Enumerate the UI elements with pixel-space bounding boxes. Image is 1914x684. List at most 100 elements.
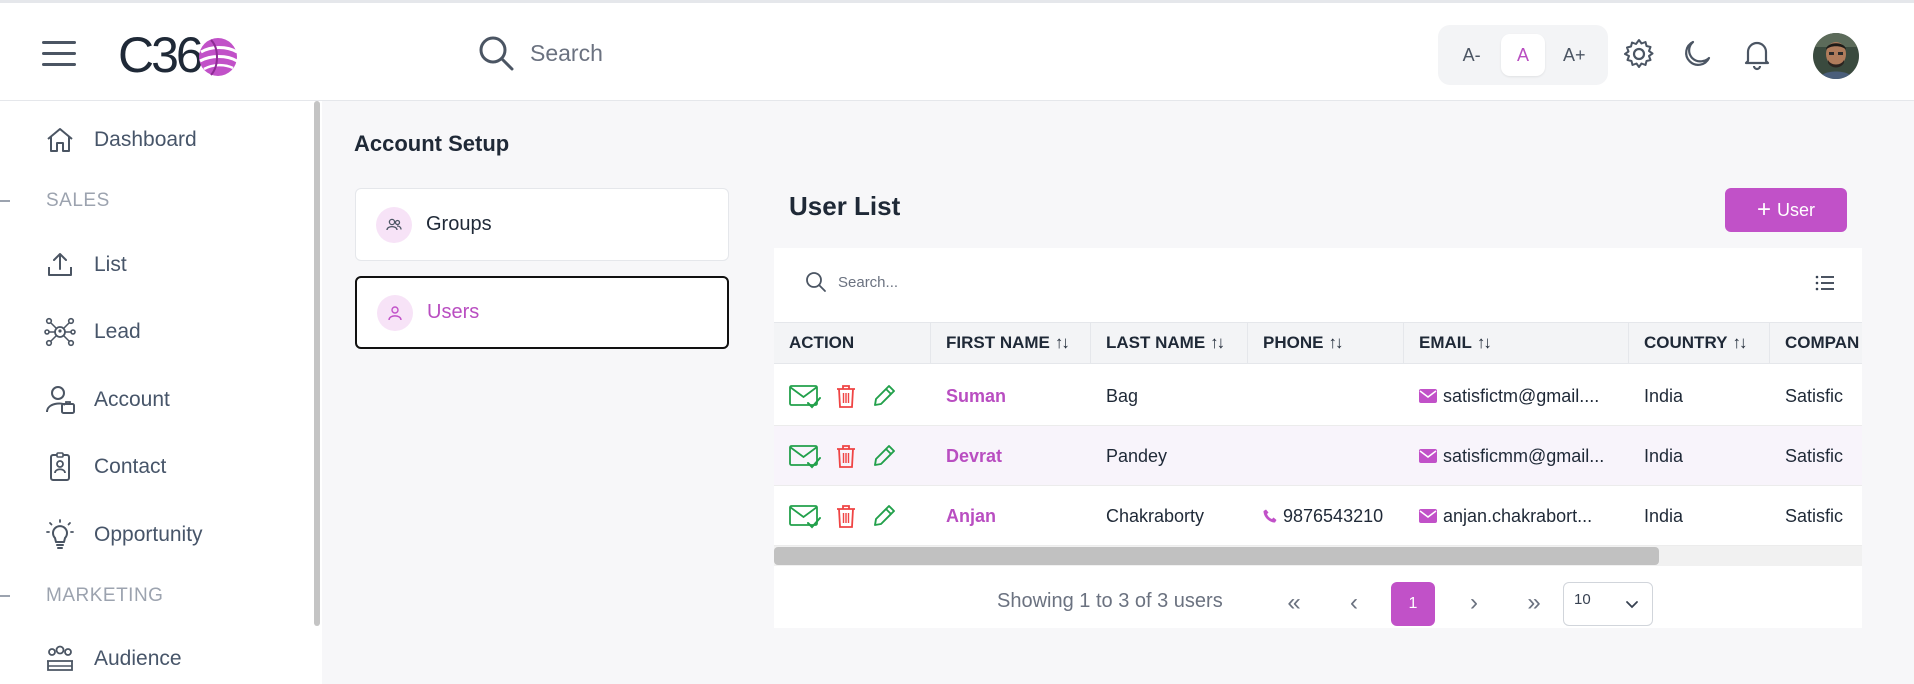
sidebar-item-list[interactable]: List (44, 245, 127, 285)
sidebar-item-audience[interactable]: Audience (44, 639, 182, 679)
table-row: Devrat Pandey satisficmm@gmail... India … (774, 426, 1862, 486)
sidebar-item-dashboard[interactable]: Dashboard (44, 120, 197, 160)
search-placeholder: Search (530, 39, 603, 66)
sidebar-item-label: Dashboard (94, 128, 197, 151)
phone-cell (1248, 366, 1404, 426)
column-header-company[interactable]: COMPAN (1770, 323, 1862, 363)
bell-icon[interactable] (1740, 37, 1774, 71)
sidebar-item-label: Opportunity (94, 523, 203, 546)
pencil-edit-icon[interactable] (871, 443, 897, 469)
font-size-normal-button[interactable]: A (1500, 34, 1545, 76)
envelope-icon (1419, 509, 1437, 523)
user-list-title: User List (789, 191, 901, 221)
sort-icon: ↑↓ (1328, 333, 1343, 352)
global-search[interactable]: Search (476, 33, 603, 73)
setup-item-label: Groups (426, 213, 492, 235)
country-cell: India (1644, 445, 1684, 466)
sidebar-item-label: Audience (94, 647, 182, 670)
sidebar-item-label: Lead (94, 320, 141, 343)
envelope-icon (1419, 449, 1437, 463)
last-name-cell: Chakraborty (1106, 505, 1205, 526)
sort-icon: ↑↓ (1476, 333, 1492, 352)
envelope-icon (1419, 389, 1437, 403)
pencil-edit-icon[interactable] (871, 383, 897, 409)
sidebar-item-opportunity[interactable]: Opportunity (44, 515, 203, 555)
last-name-cell: Bag (1106, 385, 1139, 406)
table-search-placeholder: Search... (838, 273, 899, 291)
first-name-link[interactable]: Anjan (931, 486, 1091, 546)
sidebar-item-label: Account (94, 388, 170, 411)
moon-icon[interactable] (1680, 37, 1714, 71)
user-icon (377, 294, 413, 331)
email-verify-icon[interactable] (789, 443, 821, 469)
table-horizontal-scrollbar[interactable] (774, 546, 1862, 566)
app-logo[interactable]: C36 (118, 27, 239, 83)
sidebar-item-account[interactable]: Account (44, 380, 170, 420)
setup-item-label: Users (427, 301, 480, 323)
hamburger-menu-icon[interactable] (42, 41, 76, 69)
column-header-email[interactable]: EMAIL ↑↓ (1404, 323, 1629, 363)
email-cell[interactable]: satisficmm@gmail... (1404, 426, 1629, 486)
sidebar-item-contact[interactable]: Contact (44, 447, 166, 487)
column-list-icon[interactable] (1814, 272, 1836, 294)
pencil-edit-icon[interactable] (871, 503, 897, 529)
phone-cell (1248, 426, 1404, 486)
column-header-last-name[interactable]: LAST NAME ↑↓ (1091, 323, 1248, 363)
column-header-phone[interactable]: PHONE ↑↓ (1248, 323, 1404, 363)
page-title: Account Setup (354, 131, 510, 156)
phone-cell[interactable]: 9876543210 (1248, 486, 1404, 546)
trash-icon[interactable] (835, 443, 857, 469)
add-user-button[interactable]: + User (1725, 188, 1847, 232)
plus-icon: + (1756, 196, 1771, 223)
company-cell: Satisfic (1785, 445, 1844, 466)
page-size-select[interactable]: 10 (1563, 582, 1653, 626)
trash-icon[interactable] (835, 383, 857, 409)
home-icon (47, 128, 73, 152)
scrollbar-thumb[interactable] (774, 547, 1659, 565)
font-size-switcher: A- A A+ (1438, 25, 1608, 85)
gear-icon[interactable] (1622, 37, 1656, 71)
pagination-summary: Showing 1 to 3 of 3 users (997, 590, 1223, 612)
last-page-icon[interactable]: » (1514, 583, 1554, 623)
country-cell: India (1644, 505, 1684, 526)
setup-item-users[interactable]: Users (355, 276, 729, 349)
audience-group-icon (47, 645, 73, 671)
sort-icon: ↑↓ (1210, 333, 1225, 352)
lead-network-icon (44, 317, 76, 347)
sidebar-scrollbar[interactable] (314, 101, 320, 626)
contact-badge-icon (50, 452, 70, 481)
setup-item-groups[interactable]: Groups (355, 188, 729, 261)
sort-icon: ↑↓ (1054, 333, 1070, 352)
next-page-icon[interactable]: › (1454, 583, 1494, 623)
email-cell[interactable]: satisfictm@gmail.... (1404, 366, 1629, 426)
sidebar-section-sales: SALES (46, 190, 110, 211)
table-search-input[interactable]: Search... (804, 270, 898, 294)
first-name-link[interactable]: Suman (931, 366, 1091, 426)
column-header-action: ACTION (774, 323, 931, 363)
prev-page-icon[interactable]: ‹ (1334, 583, 1374, 623)
avatar-photo-icon (1813, 33, 1859, 79)
sidebar-item-label: List (94, 253, 127, 276)
trash-icon[interactable] (835, 503, 857, 529)
company-cell: Satisfic (1785, 385, 1844, 406)
user-avatar[interactable] (1813, 33, 1859, 79)
email-cell[interactable]: anjan.chakrabort... (1404, 486, 1629, 546)
sidebar-item-lead[interactable]: Lead (44, 312, 141, 352)
top-header: C36 Search A- A A+ (0, 0, 1914, 101)
column-header-first-name[interactable]: FIRST NAME ↑↓ (931, 323, 1091, 363)
sidebar-item-label: Contact (94, 455, 167, 478)
column-header-country[interactable]: COUNTRY ↑↓ (1629, 323, 1770, 363)
page-number-button[interactable]: 1 (1391, 582, 1435, 626)
search-icon (806, 272, 826, 292)
font-size-decrease-button[interactable]: A- (1450, 34, 1494, 76)
email-verify-icon[interactable] (789, 383, 821, 409)
chevron-down-icon (1626, 601, 1638, 609)
table-row: Suman Bag satisfictm@gmail.... India Sat… (774, 366, 1862, 426)
email-text: satisfictm@gmail.... (1443, 385, 1600, 406)
upload-icon (48, 253, 72, 276)
first-page-icon[interactable]: « (1274, 583, 1314, 623)
groups-icon (376, 206, 412, 243)
first-name-link[interactable]: Devrat (931, 426, 1091, 486)
font-size-increase-button[interactable]: A+ (1552, 34, 1596, 76)
email-verify-icon[interactable] (789, 503, 821, 529)
